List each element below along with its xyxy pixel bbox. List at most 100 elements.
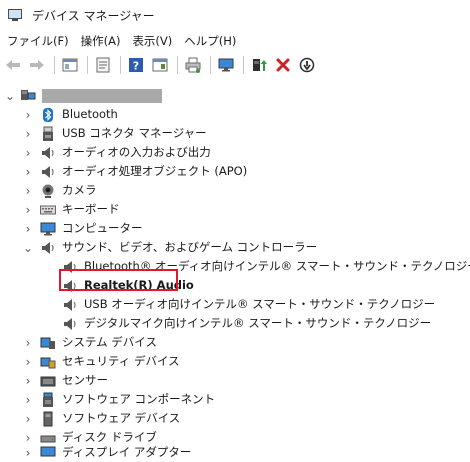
toolbar-separator — [243, 56, 244, 74]
print-button[interactable] — [182, 54, 204, 76]
tree-item-label: ソフトウェア デバイス — [62, 411, 181, 425]
tree-item-camera[interactable]: › カメラ — [22, 181, 97, 200]
tree-root[interactable]: ⌄ — [4, 86, 162, 105]
usb-connector-icon — [40, 126, 56, 142]
uninstall-device-button[interactable] — [272, 54, 294, 76]
speaker-icon — [62, 316, 78, 332]
speaker-icon — [40, 164, 56, 180]
tree-item-computer[interactable]: › コンピューター — [22, 219, 143, 238]
speaker-icon — [40, 145, 56, 161]
tree-item-display-adapters[interactable]: › ディスプレイ アダプター — [22, 443, 192, 462]
expand-chevron-icon[interactable]: › — [22, 333, 34, 352]
tree-item-label: センサー — [62, 373, 108, 387]
properties-button[interactable] — [92, 54, 114, 76]
tree-item-usb-connector-manager[interactable]: › USB コネクタ マネージャー — [22, 124, 207, 143]
menu-help[interactable]: ヘルプ(H) — [178, 30, 242, 52]
expand-chevron-icon[interactable]: › — [22, 371, 34, 390]
tree-item-label: ディスプレイ アダプター — [62, 445, 192, 459]
back-button[interactable] — [2, 54, 24, 76]
speaker-icon — [40, 240, 56, 256]
security-device-icon — [40, 354, 56, 370]
window-title: デバイス マネージャー — [32, 8, 155, 23]
expand-chevron-icon[interactable]: › — [22, 390, 34, 409]
svg-text:?: ? — [133, 60, 139, 73]
computer-icon — [40, 221, 56, 237]
tree-item-label: システム デバイス — [62, 335, 157, 349]
tree-item-label: Bluetooth — [62, 107, 118, 121]
toolbar-separator — [177, 56, 178, 74]
tree-item-sensors[interactable]: › センサー — [22, 371, 108, 390]
scan-hardware-button[interactable] — [215, 54, 237, 76]
tree-item-label: キーボード — [62, 202, 120, 216]
tree-item-label: USB オーディオ向けインテル® スマート・サウンド・テクノロジー — [84, 297, 436, 311]
tree-item-label: オーディオの入力および出力 — [62, 145, 211, 159]
tree-item-bluetooth[interactable]: › Bluetooth — [22, 105, 118, 124]
help-button[interactable]: ? — [125, 54, 147, 76]
tree-item-label: コンピューター — [62, 221, 143, 235]
expand-chevron-icon[interactable]: › — [22, 181, 34, 200]
toolbar-separator — [87, 56, 88, 74]
expand-chevron-icon[interactable]: › — [22, 200, 34, 219]
tree-item-software-devices[interactable]: › ソフトウェア デバイス — [22, 409, 180, 428]
menu-action[interactable]: 操作(A) — [75, 30, 127, 52]
tree-item-security-devices[interactable]: › セキュリティ デバイス — [22, 352, 180, 371]
toolbar-separator — [54, 56, 55, 74]
enable-device-icon — [299, 57, 315, 73]
expand-chevron-icon[interactable]: › — [22, 143, 34, 162]
toolbar: ? — [0, 52, 470, 78]
sensor-icon — [40, 373, 56, 389]
forward-button[interactable] — [26, 54, 48, 76]
tree-item-label: カメラ — [62, 183, 97, 197]
update-driver-icon — [253, 59, 267, 71]
tree-child-digital-mic-sst[interactable]: デジタルマイク向けインテル® スマート・サウンド・テクノロジー — [62, 314, 431, 333]
menu-bar: ファイル(F) 操作(A) 表示(V) ヘルプ(H) — [0, 30, 470, 52]
speaker-icon — [62, 297, 78, 313]
update-driver-button[interactable] — [248, 54, 270, 76]
system-device-icon — [40, 335, 56, 351]
monitor-icon — [218, 58, 234, 72]
action-pane-icon — [152, 58, 168, 72]
computer-name-redacted — [42, 88, 162, 103]
tree-item-label: オーディオ処理オブジェクト (APO) — [62, 164, 248, 178]
uninstall-device-icon — [276, 58, 290, 72]
menu-view[interactable]: 表示(V) — [126, 30, 178, 52]
device-manager-icon — [8, 8, 22, 22]
tree-item-audio-io[interactable]: › オーディオの入力および出力 — [22, 143, 211, 162]
tree-item-keyboard[interactable]: › キーボード — [22, 200, 120, 219]
camera-icon — [40, 183, 56, 199]
help-icon: ? — [129, 58, 143, 73]
collapse-chevron-icon[interactable]: ⌄ — [22, 238, 34, 257]
menu-file[interactable]: ファイル(F) — [0, 30, 75, 52]
tree-item-software-components[interactable]: › ソフトウェア コンポーネント — [22, 390, 215, 409]
print-icon — [185, 57, 201, 73]
expand-chevron-icon[interactable]: › — [22, 443, 34, 462]
software-device-icon — [40, 411, 56, 427]
tree-item-system-devices[interactable]: › システム デバイス — [22, 333, 157, 352]
tree-item-label: デジタルマイク向けインテル® スマート・サウンド・テクノロジー — [84, 316, 432, 330]
expand-chevron-icon[interactable]: › — [22, 409, 34, 428]
tree-item-label: USB コネクタ マネージャー — [62, 126, 207, 140]
bluetooth-icon — [40, 107, 56, 123]
tree-child-usb-audio-sst[interactable]: USB オーディオ向けインテル® スマート・サウンド・テクノロジー — [62, 295, 435, 314]
back-icon — [6, 60, 20, 70]
tree-item-apo[interactable]: › オーディオ処理オブジェクト (APO) — [22, 162, 248, 181]
keyboard-icon — [40, 202, 56, 218]
action-pane-button[interactable] — [149, 54, 171, 76]
show-hide-console-tree-icon — [62, 58, 78, 72]
tree-item-sound-video-game-controllers[interactable]: ⌄ サウンド、ビデオ、およびゲーム コントローラー — [22, 238, 317, 257]
properties-icon — [96, 57, 110, 73]
expand-chevron-icon[interactable]: › — [22, 219, 34, 238]
display-adapter-icon — [40, 445, 56, 461]
title-bar: デバイス マネージャー — [0, 0, 470, 30]
expand-chevron-icon[interactable]: › — [22, 162, 34, 181]
collapse-chevron-icon[interactable]: ⌄ — [4, 86, 16, 105]
tree-item-label: ソフトウェア コンポーネント — [62, 392, 216, 406]
expand-chevron-icon[interactable]: › — [22, 352, 34, 371]
software-component-icon — [40, 392, 56, 408]
show-hide-console-tree-button[interactable] — [59, 54, 81, 76]
enable-device-button[interactable] — [296, 54, 318, 76]
highlight-box — [59, 269, 178, 291]
expand-chevron-icon[interactable]: › — [22, 124, 34, 143]
expand-chevron-icon[interactable]: › — [22, 105, 34, 124]
tree-item-label: セキュリティ デバイス — [62, 354, 180, 368]
